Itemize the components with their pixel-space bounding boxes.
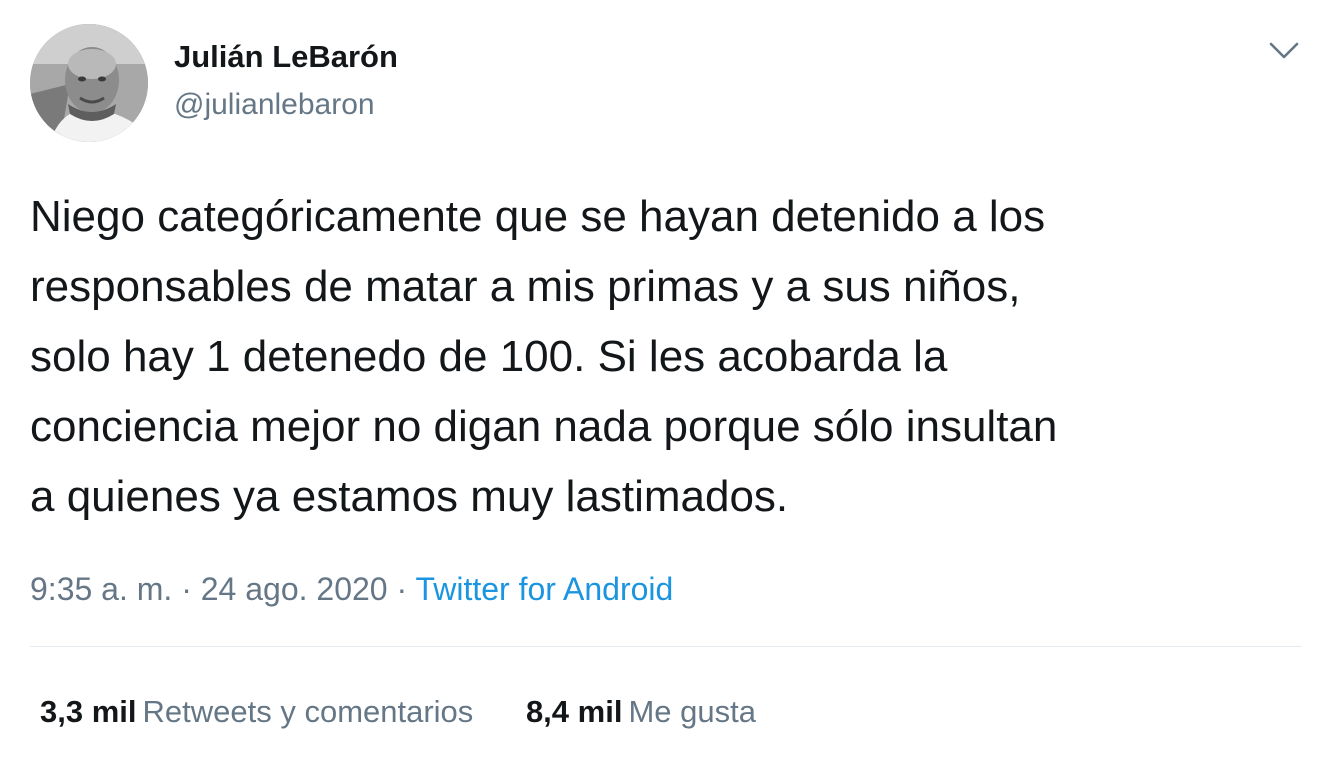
meta-separator: · bbox=[172, 571, 201, 607]
tweet-card: Julián LeBarón @julianlebaron Niego cate… bbox=[0, 0, 1320, 765]
meta-separator: · bbox=[387, 571, 416, 607]
chevron-down-icon bbox=[1269, 42, 1299, 59]
tweet-time[interactable]: 9:35 a. m. bbox=[30, 571, 172, 607]
likes-count: 8,4 mil bbox=[525, 694, 623, 729]
user-info: Julián LeBarón @julianlebaron bbox=[174, 38, 398, 124]
display-name[interactable]: Julián LeBarón bbox=[174, 38, 398, 76]
retweets-label: Retweets y comentarios bbox=[142, 694, 474, 729]
avatar[interactable] bbox=[30, 24, 148, 142]
tweet-meta: 9:35 a. m. · 24 ago. 2020 · Twitter for … bbox=[30, 568, 673, 610]
retweets-stat[interactable]: 3,3 mil Retweets y comentarios bbox=[40, 692, 473, 732]
user-handle[interactable]: @julianlebaron bbox=[174, 86, 398, 124]
tweet-menu-button[interactable] bbox=[1266, 36, 1302, 64]
tweet-source-link[interactable]: Twitter for Android bbox=[415, 571, 673, 607]
likes-stat[interactable]: 8,4 mil Me gusta bbox=[526, 692, 756, 732]
divider bbox=[30, 646, 1302, 647]
retweets-count: 3,3 mil bbox=[40, 694, 137, 729]
tweet-text: Niego categóricamente que se hayan deten… bbox=[30, 192, 1058, 521]
tweet-stats: 3,3 mil Retweets y comentarios 8,4 mil Me … bbox=[40, 692, 756, 732]
avatar-photo bbox=[30, 24, 148, 142]
likes-label: Me gusta bbox=[628, 694, 756, 729]
tweet-date[interactable]: 24 ago. 2020 bbox=[201, 571, 388, 607]
